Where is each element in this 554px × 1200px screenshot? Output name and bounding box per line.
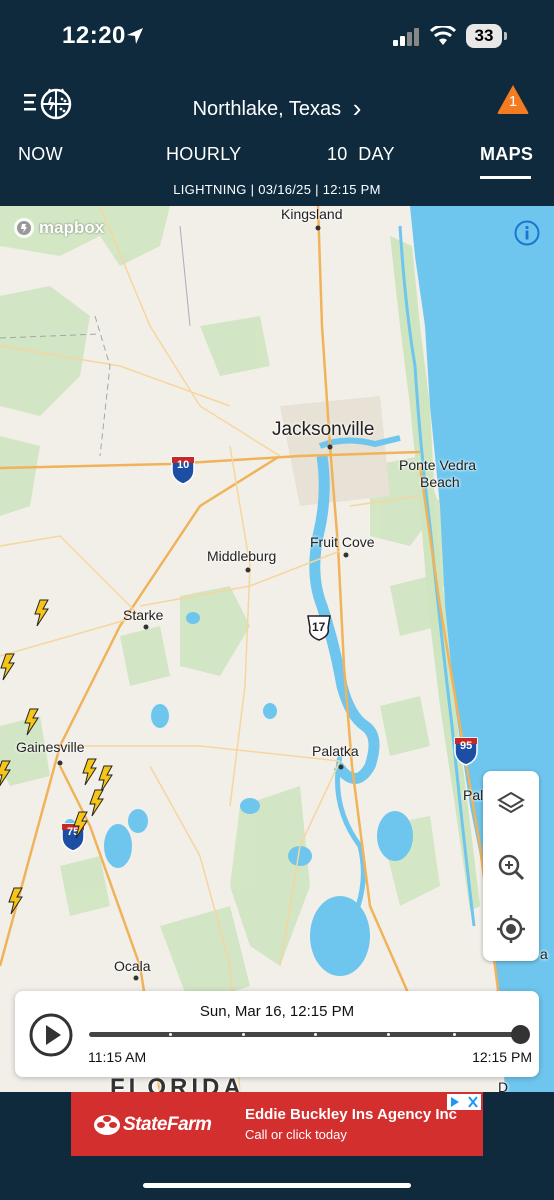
battery-nub [504, 32, 507, 40]
map-controls [483, 771, 539, 961]
timeline-tick [387, 1033, 390, 1036]
locate-button[interactable] [483, 901, 539, 957]
zoom-in-icon [498, 854, 525, 881]
lightning-icon [73, 811, 88, 839]
cellular-signal-icon [393, 28, 421, 51]
mapbox-icon [14, 218, 34, 238]
lightning-icon [24, 708, 39, 736]
timeline-thumb[interactable] [511, 1025, 530, 1044]
lightning-icon [0, 760, 11, 788]
location-selector[interactable]: Northlake, Texas › [0, 91, 554, 123]
lightning-icon [8, 887, 23, 915]
tab-bar: NOW HOURLY 10 DAY MAPS [0, 130, 554, 180]
tab-maps[interactable]: MAPS [480, 144, 533, 165]
tab-10-day[interactable]: 10 DAY [327, 144, 395, 165]
timeline-tick [169, 1033, 172, 1036]
active-tab-indicator [480, 176, 531, 179]
tab-now[interactable]: NOW [18, 144, 63, 165]
lightning-icon [89, 789, 104, 817]
lightning-icon [0, 653, 15, 681]
statefarm-logo: StateFarm [93, 1114, 212, 1136]
map-layer-subtitle: LIGHTNING | 03/16/25 | 12:15 PM [173, 182, 381, 197]
ad-title: Eddie Buckley Ins Agency Inc [245, 1106, 458, 1123]
status-time: 12:20 [62, 22, 126, 49]
lightning-icon [98, 765, 113, 793]
status-bar: 12:20 33 [0, 0, 554, 75]
timeline-tick [453, 1033, 456, 1036]
ad-close-icon[interactable] [447, 1094, 481, 1115]
ad-banner[interactable]: StateFarm Eddie Buckley Ins Agency Inc C… [71, 1092, 483, 1156]
wifi-icon [429, 24, 457, 51]
play-button[interactable] [29, 1013, 73, 1062]
tab-hourly[interactable]: HOURLY [166, 144, 241, 165]
lightning-map[interactable]: 10 75 95 17 Kingsland Jacksonville Ponte… [0, 206, 554, 1092]
location-arrow-icon [126, 27, 144, 50]
info-icon[interactable] [514, 220, 540, 251]
mapbox-logo[interactable]: mapbox [12, 216, 104, 240]
chevron-right-icon: › [352, 93, 362, 123]
alert-count: 1 [508, 93, 518, 110]
locate-icon [497, 915, 525, 943]
home-indicator [143, 1183, 411, 1188]
mapbox-attribution: mapbox [39, 218, 105, 237]
battery-icon: 33 [466, 24, 502, 48]
ad-subtitle: Call or click today [245, 1127, 347, 1142]
location-name: Northlake, Texas [192, 98, 342, 120]
layers-button[interactable] [483, 776, 539, 832]
statefarm-ovals-icon [94, 1115, 120, 1135]
timeline-tick [314, 1033, 317, 1036]
ad-brand: StateFarm [123, 1114, 212, 1135]
alert-badge[interactable]: 1 [496, 83, 530, 120]
lightning-layer [0, 599, 113, 915]
lightning-icon [82, 758, 97, 786]
lightning-icon [34, 599, 49, 627]
timeline-slider[interactable] [89, 1032, 521, 1037]
timeline-start-time: 11:15 AM [88, 1049, 147, 1065]
timeline-player: Sun, Mar 16, 12:15 PM 11:15 AM 12:15 PM [15, 991, 539, 1077]
app-header: Northlake, Texas › 1 [0, 75, 554, 130]
zoom-in-button[interactable] [483, 839, 539, 895]
layers-icon [497, 791, 525, 814]
timeline-tick [242, 1033, 245, 1036]
timeline-end-time: 12:15 PM [472, 1049, 532, 1065]
timeline-date: Sun, Mar 16, 12:15 PM [199, 1003, 355, 1020]
